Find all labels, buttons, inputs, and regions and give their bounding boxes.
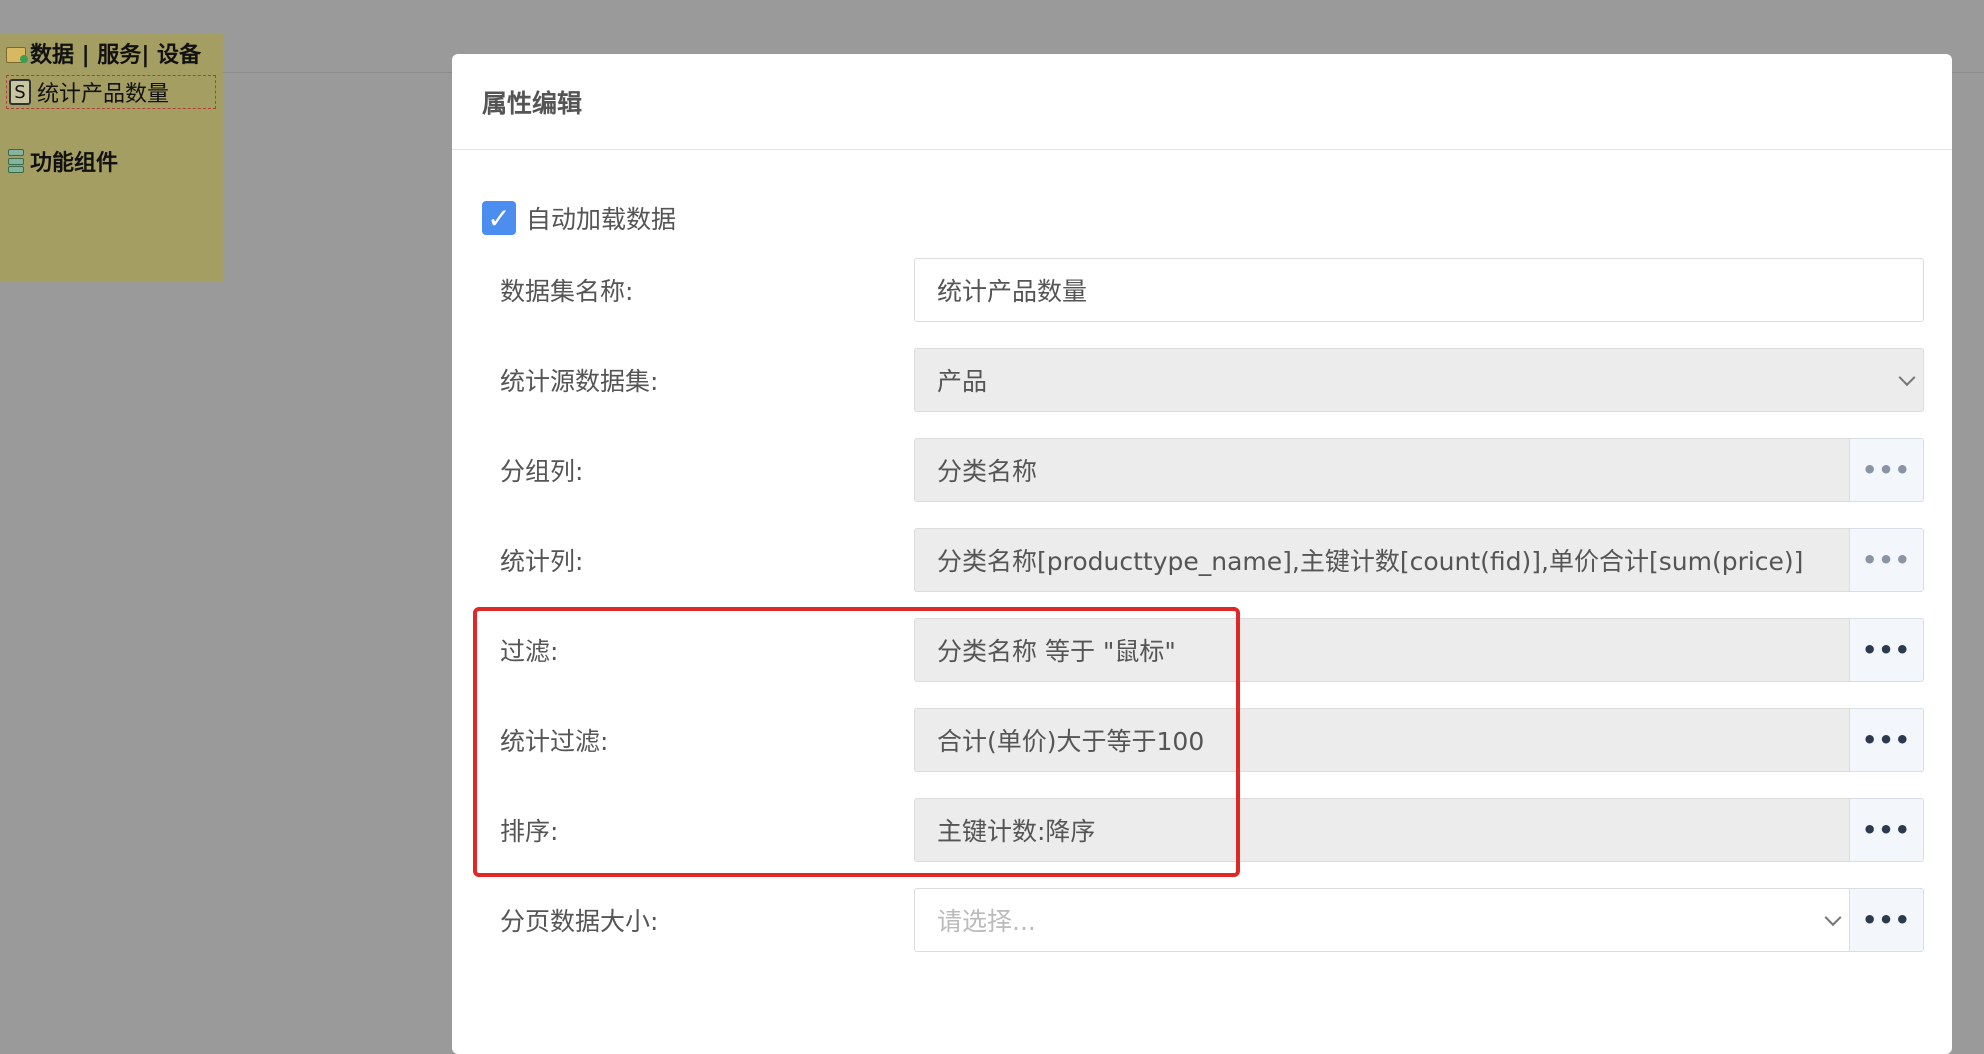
stat-columns-more-button[interactable]: ••• [1850,528,1924,592]
stat-filter-more-button[interactable]: ••• [1850,708,1924,772]
page-size-select[interactable]: 请选择... [914,888,1850,952]
tree-item-label: 统计产品数量 [37,82,170,107]
stat-filter-input[interactable]: 合计(单价)大于等于100 [914,708,1850,772]
sort-label: 排序: [500,817,559,846]
more-dots-icon: ••• [1861,636,1912,664]
row-source-dataset: 统计源数据集: 产品 [452,348,1952,412]
page-size-more-button[interactable]: ••• [1850,888,1924,952]
chevron-down-icon [1824,909,1842,927]
more-dots-icon: ••• [1861,816,1912,844]
dataset-name-value: 统计产品数量 [937,277,1088,306]
tree-group2-label: 功能组件 [30,151,119,176]
stat-columns-label: 统计列: [500,547,584,576]
source-dataset-label: 统计源数据集: [500,367,659,396]
group-by-input[interactable]: 分类名称 [914,438,1850,502]
more-dots-icon: ••• [1861,906,1912,934]
page-size-placeholder: 请选择... [937,907,1036,936]
stat-columns-value: 分类名称[producttype_name],主键计数[count(fid)],… [937,547,1804,576]
page-size-label: 分页数据大小: [500,907,659,936]
check-icon[interactable]: ✓ [482,201,516,235]
filter-more-button[interactable]: ••• [1850,618,1924,682]
row-dataset-name: 数据集名称: 统计产品数量 [452,258,1952,322]
filter-input[interactable]: 分类名称 等于 "鼠标" [914,618,1850,682]
group-by-more-button[interactable]: ••• [1850,438,1924,502]
folder-icon [6,45,28,63]
filter-label: 过滤: [500,637,559,666]
stat-columns-input[interactable]: 分类名称[producttype_name],主键计数[count(fid)],… [914,528,1850,592]
tree-group-label: 数据 | 服务| 设备 [30,43,202,68]
row-stat-columns: 统计列: 分类名称[producttype_name],主键计数[count(f… [452,528,1952,592]
row-page-size: 分页数据大小: 请选择... ••• [452,888,1952,952]
dataset-name-label: 数据集名称: [500,277,634,306]
tree-item-dataset[interactable]: S 统计产品数量 [6,75,216,109]
more-dots-icon: ••• [1861,546,1912,574]
source-dataset-select[interactable]: 产品 [914,348,1924,412]
row-stat-filter: 统计过滤: 合计(单价)大于等于100 ••• [452,708,1952,772]
row-group-by: 分组列: 分类名称 ••• [452,438,1952,502]
tree-group-components[interactable]: 功能组件 [8,146,118,176]
layers-icon [8,149,24,173]
auto-load-label: 自动加载数据 [526,205,677,234]
more-dots-icon: ••• [1861,456,1912,484]
property-edit-dialog: 属性编辑 ✓ 自动加载数据 数据集名称: 统计产品数量 统计源数据集: 产品 分… [452,54,1952,1054]
sort-value: 主键计数:降序 [937,817,1096,846]
row-sort: 排序: 主键计数:降序 ••• [452,798,1952,862]
filter-value: 分类名称 等于 "鼠标" [937,637,1176,666]
more-dots-icon: ••• [1861,726,1912,754]
sort-input[interactable]: 主键计数:降序 [914,798,1850,862]
sort-more-button[interactable]: ••• [1850,798,1924,862]
script-s-icon: S [9,79,31,105]
dialog-title: 属性编辑 [452,54,1952,150]
chevron-down-icon [1898,369,1916,387]
tree-group-data[interactable]: 数据 | 服务| 设备 [6,38,201,68]
source-dataset-value: 产品 [937,367,988,396]
row-filter: 过滤: 分类名称 等于 "鼠标" ••• [452,618,1952,682]
sidebar-panel: 数据 | 服务| 设备 S 统计产品数量 功能组件 [0,34,223,281]
group-by-label: 分组列: [500,457,584,486]
auto-load-checkbox-row[interactable]: ✓ 自动加载数据 [482,200,676,236]
stat-filter-label: 统计过滤: [500,727,609,756]
dataset-name-input[interactable]: 统计产品数量 [914,258,1924,322]
stat-filter-value: 合计(单价)大于等于100 [937,727,1205,756]
group-by-value: 分类名称 [937,457,1038,486]
